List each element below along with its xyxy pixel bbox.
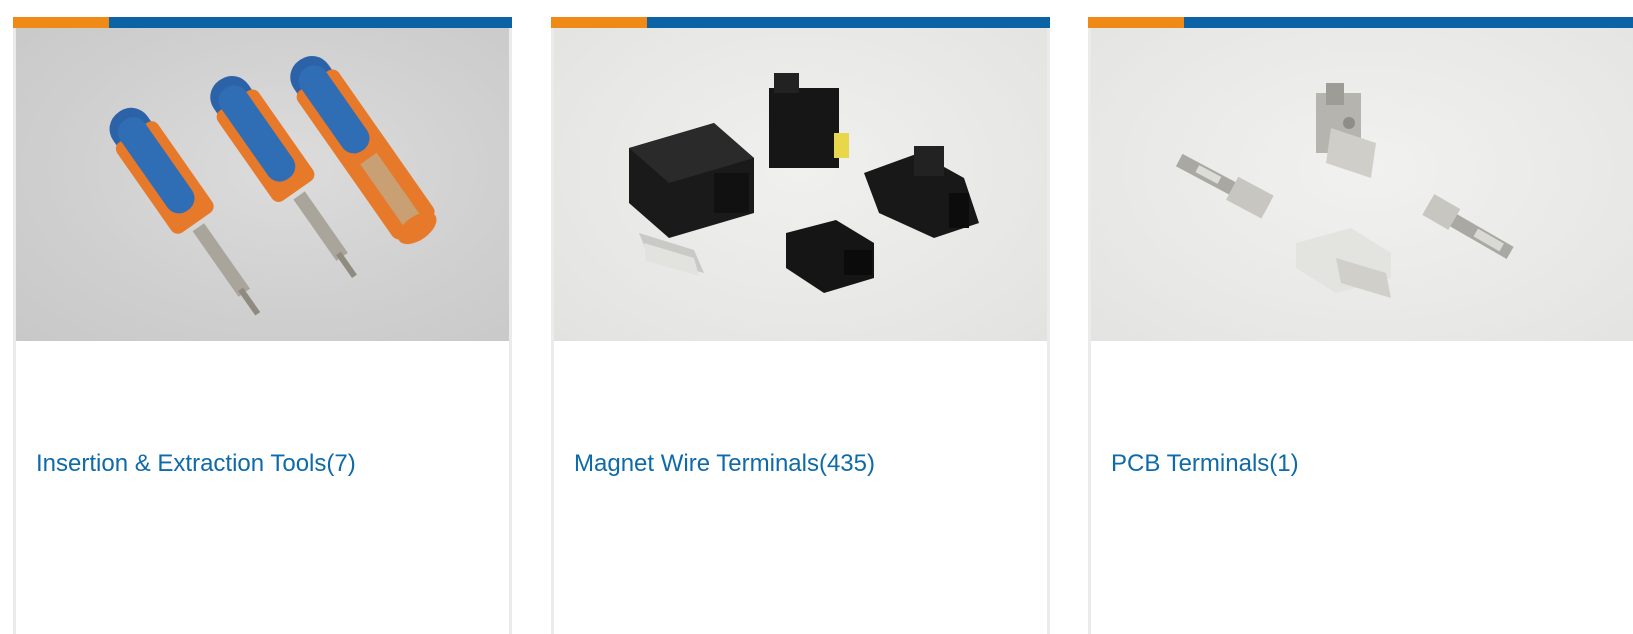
top-bar-primary — [647, 17, 1050, 28]
metal-terminals-photo — [1175, 83, 1514, 298]
category-card-insertion-extraction-tools[interactable]: Insertion & Extraction Tools(7) — [13, 17, 512, 634]
card-top-bar — [551, 17, 1050, 28]
card-top-bar — [13, 17, 512, 28]
top-bar-accent — [1088, 17, 1184, 28]
category-link-title[interactable]: Insertion & Extraction Tools(7) — [36, 449, 356, 479]
category-grid: Insertion & Extraction Tools(7) Magnet W… — [13, 17, 1633, 634]
top-bar-accent — [13, 17, 109, 28]
category-card-pcb-terminals[interactable]: PCB Terminals(1) — [1088, 17, 1633, 634]
category-link-title[interactable]: Magnet Wire Terminals(435) — [574, 449, 875, 479]
category-link-title[interactable]: PCB Terminals(1) — [1111, 449, 1299, 479]
pcb-terminals-image[interactable] — [1091, 28, 1633, 341]
top-bar-accent — [551, 17, 647, 28]
extraction-tools-image[interactable] — [16, 28, 509, 341]
card-top-bar — [1088, 17, 1633, 28]
top-bar-primary — [109, 17, 512, 28]
connector-housings-photo — [629, 73, 979, 293]
category-card-magnet-wire-terminals[interactable]: Magnet Wire Terminals(435) — [551, 17, 1050, 634]
extraction-tools-photo — [109, 55, 437, 316]
magnet-wire-terminals-image[interactable] — [554, 28, 1047, 341]
top-bar-primary — [1184, 17, 1633, 28]
